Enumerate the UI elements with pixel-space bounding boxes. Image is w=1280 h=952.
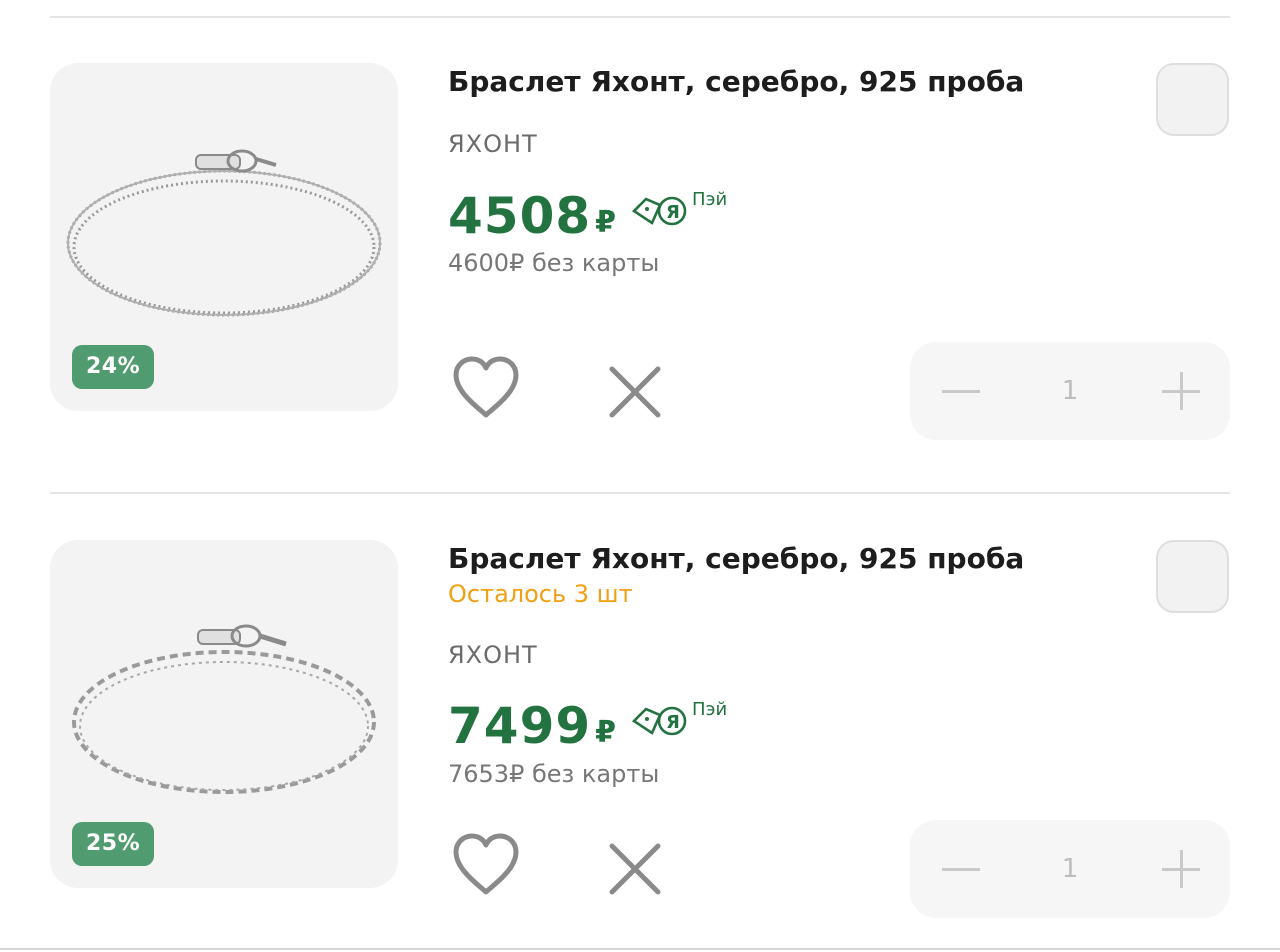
favorite-button[interactable] [450, 832, 522, 898]
select-checkbox[interactable] [1156, 540, 1229, 613]
price-value: 7499 [448, 697, 592, 755]
favorite-button[interactable] [450, 355, 522, 421]
pay-label: Пэй [692, 189, 728, 210]
heart-icon [453, 833, 519, 895]
price-currency: ₽ [595, 715, 617, 750]
old-price: 4600₽ без карты [448, 249, 660, 277]
cart-item: 25% Браслет Яхонт, серебро, 925 проба Ос… [0, 540, 1280, 940]
decrease-button[interactable] [910, 820, 1010, 918]
yandex-pay-icon: Я [632, 706, 687, 736]
product-image[interactable]: 24% [50, 63, 398, 411]
price-value: 4508 [448, 187, 592, 245]
yandex-pay: Я Пэй [630, 699, 727, 737]
cart-item: 24% Браслет Яхонт, серебро, 925 проба ЯХ… [0, 63, 1280, 463]
discount-badge: 25% [72, 822, 155, 866]
product-title[interactable]: Браслет Яхонт, серебро, 925 проба [448, 542, 1024, 575]
close-icon [609, 366, 661, 418]
remove-button[interactable] [604, 361, 666, 423]
product-title[interactable]: Браслет Яхонт, серебро, 925 проба [448, 65, 1024, 98]
decrease-button[interactable] [910, 342, 1010, 440]
product-brand: ЯХОНТ [448, 130, 538, 158]
svg-text:Я: Я [666, 712, 680, 733]
yandex-pay: Я Пэй [630, 189, 727, 227]
price-currency: ₽ [595, 205, 617, 240]
product-brand: ЯХОНТ [448, 641, 538, 669]
increase-button[interactable] [1130, 820, 1230, 918]
yandex-pay-icon: Я [632, 196, 687, 226]
close-icon [609, 843, 661, 895]
pay-label: Пэй [692, 699, 728, 720]
discount-badge: 24% [72, 345, 155, 389]
price-row: 4508 ₽ Я Пэй [448, 187, 727, 245]
quantity-stepper: 1 [910, 342, 1230, 440]
increase-button[interactable] [1130, 342, 1230, 440]
divider-middle [50, 492, 1230, 494]
stock-note: Осталось 3 шт [448, 580, 633, 608]
quantity-stepper: 1 [910, 820, 1230, 918]
remove-button[interactable] [604, 838, 666, 900]
divider-top [50, 16, 1230, 18]
price-row: 7499 ₽ Я Пэй [448, 697, 727, 755]
product-image[interactable]: 25% [50, 540, 398, 888]
select-checkbox[interactable] [1156, 63, 1229, 136]
heart-icon [453, 356, 519, 418]
quantity-value[interactable]: 1 [1020, 820, 1120, 918]
quantity-value[interactable]: 1 [1020, 342, 1120, 440]
svg-text:Я: Я [666, 202, 680, 223]
divider-bottom [0, 948, 1280, 950]
old-price: 7653₽ без карты [448, 760, 660, 788]
